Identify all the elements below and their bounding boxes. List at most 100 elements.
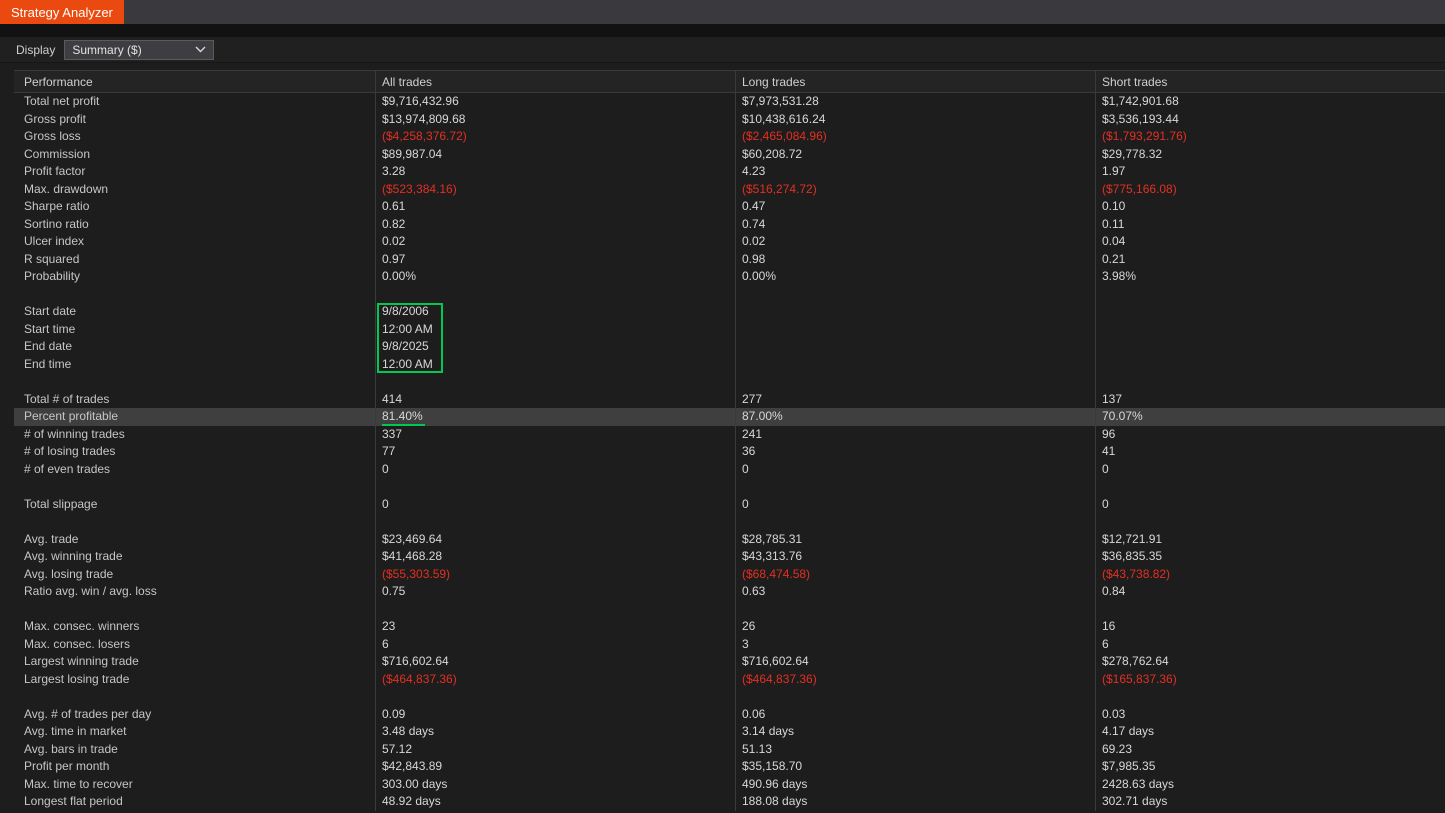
- metric-label: Start date: [14, 303, 375, 321]
- metric-value: $89,987.04: [375, 146, 735, 164]
- metric-value: $7,985.35: [1095, 758, 1445, 776]
- spacer-row: [14, 601, 1445, 619]
- table-row[interactable]: End date9/8/2025: [14, 338, 1445, 356]
- table-row[interactable]: Sharpe ratio0.610.470.10: [14, 198, 1445, 216]
- metric-label: [14, 373, 375, 391]
- metric-value: 0.82: [375, 216, 735, 234]
- metric-value: 3.48 days: [375, 723, 735, 741]
- metric-value: 0.97: [375, 251, 735, 269]
- table-body: Total net profit$9,716,432.96$7,973,531.…: [14, 93, 1445, 811]
- metric-label: Avg. # of trades per day: [14, 706, 375, 724]
- table-row[interactable]: Avg. bars in trade57.1251.1369.23: [14, 741, 1445, 759]
- table-row[interactable]: Commission$89,987.04$60,208.72$29,778.32: [14, 146, 1445, 164]
- metric-value: [1095, 286, 1445, 304]
- column-header[interactable]: Performance: [14, 71, 375, 92]
- metric-value: 1.97: [1095, 163, 1445, 181]
- table-row[interactable]: Profit per month$42,843.89$35,158.70$7,9…: [14, 758, 1445, 776]
- table-row[interactable]: # of losing trades773641: [14, 443, 1445, 461]
- column-header[interactable]: Long trades: [735, 71, 1095, 92]
- metric-label: Avg. losing trade: [14, 566, 375, 584]
- metric-value: [735, 478, 1095, 496]
- metric-label: Total # of trades: [14, 391, 375, 409]
- table-row[interactable]: Probability0.00%0.00%3.98%: [14, 268, 1445, 286]
- metric-value: ($43,738.82): [1095, 566, 1445, 584]
- metric-value: 51.13: [735, 741, 1095, 759]
- metric-label: # of winning trades: [14, 426, 375, 444]
- table-row[interactable]: Max. drawdown($523,384.16)($516,274.72)(…: [14, 181, 1445, 199]
- table-row[interactable]: Percent profitable81.40%87.00%70.07%: [14, 408, 1445, 426]
- metric-value: 0: [1095, 496, 1445, 514]
- column-header[interactable]: All trades: [375, 71, 735, 92]
- table-row[interactable]: R squared0.970.980.21: [14, 251, 1445, 269]
- table-row[interactable]: Ulcer index0.020.020.04: [14, 233, 1445, 251]
- metric-value: ($4,258,376.72): [375, 128, 735, 146]
- metric-value: 0: [375, 461, 735, 479]
- metric-label: # of even trades: [14, 461, 375, 479]
- metric-value: $1,742,901.68: [1095, 93, 1445, 111]
- table-row[interactable]: # of winning trades33724196: [14, 426, 1445, 444]
- table-row[interactable]: Total slippage000: [14, 496, 1445, 514]
- table-row[interactable]: Max. consec. winners232616: [14, 618, 1445, 636]
- metric-value: [735, 513, 1095, 531]
- toolbar: Display Summary ($): [0, 37, 1445, 63]
- table-row[interactable]: Ratio avg. win / avg. loss0.750.630.84: [14, 583, 1445, 601]
- metric-value: 0.63: [735, 583, 1095, 601]
- table-row[interactable]: Total net profit$9,716,432.96$7,973,531.…: [14, 93, 1445, 111]
- table-row[interactable]: Avg. winning trade$41,468.28$43,313.76$3…: [14, 548, 1445, 566]
- metric-value: 0: [1095, 461, 1445, 479]
- metric-value: 490.96 days: [735, 776, 1095, 794]
- tab-bar: Strategy Analyzer: [0, 0, 1445, 24]
- table-row[interactable]: Largest winning trade$716,602.64$716,602…: [14, 653, 1445, 671]
- window-chrome-gap: [0, 24, 1445, 37]
- table-row[interactable]: Gross profit$13,974,809.68$10,438,616.24…: [14, 111, 1445, 129]
- spacer-row: [14, 286, 1445, 304]
- table-row[interactable]: Avg. time in market3.48 days3.14 days4.1…: [14, 723, 1445, 741]
- column-header[interactable]: Short trades: [1095, 71, 1445, 92]
- metric-label: Percent profitable: [14, 408, 375, 426]
- table-row[interactable]: Profit factor3.284.231.97: [14, 163, 1445, 181]
- metric-value: 12:00 AM: [375, 356, 735, 374]
- table-row[interactable]: Avg. trade$23,469.64$28,785.31$12,721.91: [14, 531, 1445, 549]
- table-row[interactable]: Start time12:00 AM: [14, 321, 1445, 339]
- table-row[interactable]: Avg. losing trade($55,303.59)($68,474.58…: [14, 566, 1445, 584]
- table-row[interactable]: Largest losing trade($464,837.36)($464,8…: [14, 671, 1445, 689]
- table-row[interactable]: Max. time to recover303.00 days490.96 da…: [14, 776, 1445, 794]
- table-row[interactable]: Avg. # of trades per day0.090.060.03: [14, 706, 1445, 724]
- metric-value: 48.92 days: [375, 793, 735, 811]
- table-row[interactable]: Sortino ratio0.820.740.11: [14, 216, 1445, 234]
- table-row[interactable]: # of even trades000: [14, 461, 1445, 479]
- metric-value: ($1,793,291.76): [1095, 128, 1445, 146]
- metric-value: ($165,837.36): [1095, 671, 1445, 689]
- table-row[interactable]: End time12:00 AM: [14, 356, 1445, 374]
- table-row[interactable]: Max. consec. losers636: [14, 636, 1445, 654]
- metric-value: 0.02: [375, 233, 735, 251]
- metric-value: 96: [1095, 426, 1445, 444]
- table-row[interactable]: Longest flat period48.92 days188.08 days…: [14, 793, 1445, 811]
- metric-value: 3.28: [375, 163, 735, 181]
- metric-value: [375, 688, 735, 706]
- metric-label: Largest losing trade: [14, 671, 375, 689]
- metric-label: Gross loss: [14, 128, 375, 146]
- metric-label: End date: [14, 338, 375, 356]
- metric-value: 0.74: [735, 216, 1095, 234]
- table-row[interactable]: Gross loss($4,258,376.72)($2,465,084.96)…: [14, 128, 1445, 146]
- metric-value: 303.00 days: [375, 776, 735, 794]
- metric-value: 16: [1095, 618, 1445, 636]
- metric-value: [1095, 373, 1445, 391]
- metric-value: 0.75: [375, 583, 735, 601]
- chevron-down-icon: [195, 46, 206, 53]
- table-row[interactable]: Total # of trades414277137: [14, 391, 1445, 409]
- metric-label: Avg. bars in trade: [14, 741, 375, 759]
- metric-label: R squared: [14, 251, 375, 269]
- metric-value: $9,716,432.96: [375, 93, 735, 111]
- metric-value: 9/8/2025: [375, 338, 735, 356]
- table-row[interactable]: Start date9/8/2006: [14, 303, 1445, 321]
- metric-label: Avg. winning trade: [14, 548, 375, 566]
- display-dropdown[interactable]: Summary ($): [64, 40, 214, 60]
- metric-value: [1095, 513, 1445, 531]
- tab-strategy-analyzer[interactable]: Strategy Analyzer: [0, 0, 124, 24]
- metric-value: ($516,274.72): [735, 181, 1095, 199]
- metric-value: 6: [375, 636, 735, 654]
- metric-value: 3: [735, 636, 1095, 654]
- metric-value: [735, 356, 1095, 374]
